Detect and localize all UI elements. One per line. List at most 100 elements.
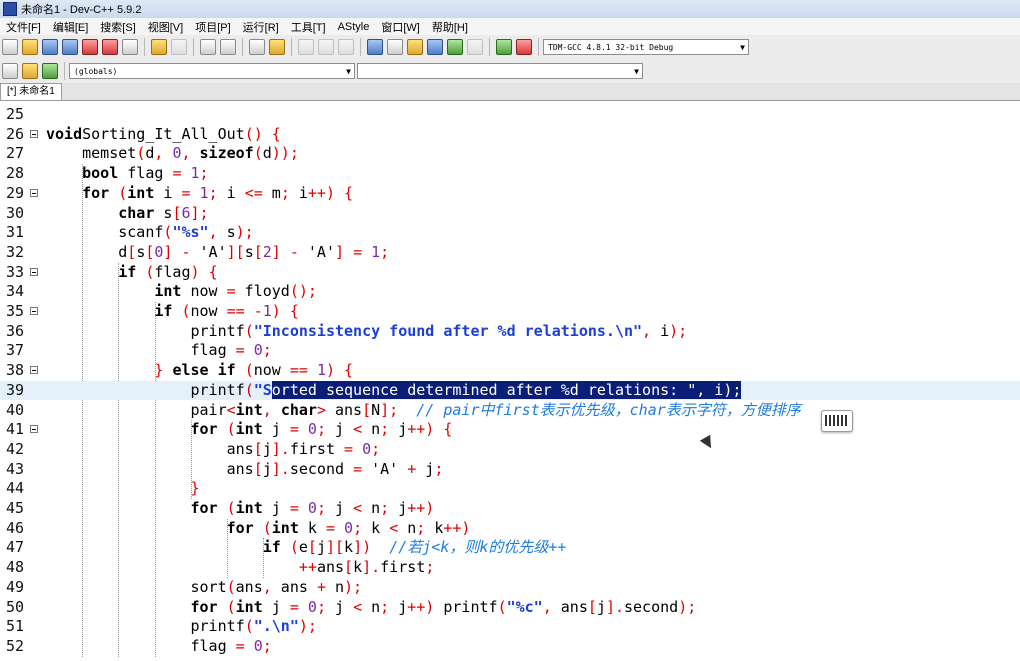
fold-toggle-icon[interactable] xyxy=(30,307,38,315)
code-text: ans[j].first = 0; xyxy=(46,439,381,459)
check-syntax-icon[interactable] xyxy=(447,39,463,55)
run-icon[interactable] xyxy=(387,39,403,55)
code-line[interactable]: 51 printf(".\n"); xyxy=(0,617,1020,636)
insert-icon[interactable] xyxy=(2,63,18,79)
fold-toggle-icon[interactable] xyxy=(30,267,38,276)
open-file-icon[interactable] xyxy=(22,39,38,55)
menu-item[interactable]: 搜索[S] xyxy=(94,19,141,35)
code-line[interactable]: 35 if (now == -1) { xyxy=(0,302,1020,321)
code-token: N xyxy=(371,400,381,419)
fold-toggle-icon[interactable] xyxy=(30,188,38,197)
code-text: voidSorting_It_All_Out() { xyxy=(46,125,281,144)
code-token: ++) xyxy=(443,518,471,537)
indent-icon[interactable] xyxy=(249,39,265,55)
find-icon[interactable] xyxy=(200,39,216,55)
close-all-icon[interactable] xyxy=(102,39,118,55)
member-select[interactable]: ▼ xyxy=(357,63,643,79)
code-line[interactable]: 40 pair<int, char> ans[N]; // pair中first… xyxy=(0,401,1020,420)
menu-item[interactable]: 工具[T] xyxy=(285,19,332,35)
code-token: { xyxy=(289,302,299,320)
forward-icon[interactable] xyxy=(318,39,334,55)
fold-toggle-icon[interactable] xyxy=(30,366,38,375)
menu-bar: 文件[F] 编辑[E] 搜索[S] 视图[V] 项目[P] 运行[R] 工具[T] AStyl… xyxy=(0,18,1020,35)
code-line[interactable]: 50 for (int j = 0; j < n; j++) printf("%… xyxy=(0,598,1020,617)
goto-icon[interactable] xyxy=(22,63,38,79)
code-line[interactable]: 48 ++ans[k].first; xyxy=(0,558,1020,577)
code-line[interactable]: 39 printf("Sorted sequence determined af… xyxy=(0,380,1020,400)
stop-icon[interactable] xyxy=(467,39,483,55)
undo-icon[interactable] xyxy=(151,39,167,55)
code-line[interactable]: 42 ans[j].first = 0; xyxy=(0,440,1020,459)
code-line[interactable]: 41 for (int j = 0; j < n; j++) { xyxy=(0,420,1020,439)
new-file-icon[interactable] xyxy=(2,39,18,55)
code-line[interactable]: 36 printf("Inconsistency found after %d … xyxy=(0,322,1020,341)
close-file-icon[interactable] xyxy=(82,39,98,55)
code-token: ; xyxy=(280,183,290,202)
fold-toggle-icon[interactable] xyxy=(30,425,38,434)
code-token: ; xyxy=(425,558,435,577)
menu-item[interactable]: 帮助[H] xyxy=(426,19,474,35)
print-icon[interactable] xyxy=(122,39,138,55)
code-token: ; xyxy=(208,183,218,202)
menu-item[interactable]: AStyle xyxy=(332,21,376,33)
menu-item[interactable]: 项目[P] xyxy=(189,19,236,35)
code-token: [ xyxy=(587,597,597,616)
code-line[interactable]: 49 sort(ans, ans + n); xyxy=(0,578,1020,597)
toolbar-separator xyxy=(360,38,361,56)
code-token: now xyxy=(253,361,290,380)
code-line[interactable]: 27 memset(d, 0, sizeof(d)); xyxy=(0,144,1020,163)
code-line[interactable]: 32 d[s[0] - 'A'][s[2] - 'A'] = 1; xyxy=(0,243,1020,262)
code-token: [ xyxy=(307,538,317,557)
compile-icon[interactable] xyxy=(367,39,383,55)
menu-item[interactable]: 窗口[W] xyxy=(375,19,426,35)
code-line[interactable]: 47 if (e[j][k]) //若j<k，则k的优先级++ xyxy=(0,538,1020,557)
code-line[interactable]: 25 xyxy=(0,105,1020,124)
debug-icon[interactable] xyxy=(516,39,532,55)
compile-run-icon[interactable] xyxy=(407,39,423,55)
code-line[interactable]: 31 scanf("%s", s); xyxy=(0,223,1020,242)
menu-item[interactable]: 编辑[E] xyxy=(47,19,94,35)
code-line[interactable]: 43 ans[j].second = 'A' + j; xyxy=(0,460,1020,479)
replace-icon[interactable] xyxy=(220,39,236,55)
compiler-select[interactable]: TDM-GCC 4.8.1 32-bit Debug ▼ xyxy=(543,39,749,55)
rebuild-icon[interactable] xyxy=(427,39,443,55)
chart-icon[interactable] xyxy=(496,39,512,55)
code-token: , xyxy=(642,321,652,340)
code-line[interactable]: 30 char s[6]; xyxy=(0,204,1020,223)
menu-item[interactable]: 运行[R] xyxy=(237,19,285,35)
code-line[interactable]: 34 int now = floyd(); xyxy=(0,282,1020,301)
code-line[interactable]: 38 } else if (now == 1) { xyxy=(0,361,1020,380)
menu-item[interactable]: 视图[V] xyxy=(142,19,189,35)
code-token: j xyxy=(389,597,408,616)
code-line[interactable]: 29 for (int i = 1; i <= m; i++) { xyxy=(0,184,1020,203)
redo-icon[interactable] xyxy=(171,39,187,55)
keyboard-icon[interactable] xyxy=(821,410,853,432)
code-line[interactable]: 44 } xyxy=(0,479,1020,498)
code-line[interactable]: 28 bool flag = 1; xyxy=(0,164,1020,183)
save-all-icon[interactable] xyxy=(62,39,78,55)
code-line[interactable]: 46 for (int k = 0; k < n; k++) xyxy=(0,519,1020,538)
code-token: n xyxy=(362,499,381,517)
code-text: if (flag) { xyxy=(46,263,217,282)
tab-untitled1[interactable]: [*] 未命名1 xyxy=(0,83,62,100)
back-icon[interactable] xyxy=(298,39,314,55)
code-line[interactable]: 33 if (flag) { xyxy=(0,263,1020,282)
code-line[interactable]: 45 for (int j = 0; j < n; j++) xyxy=(0,499,1020,518)
code-token: ; xyxy=(380,420,390,439)
code-line[interactable]: 52 flag = 0; xyxy=(0,637,1020,656)
fold-toggle-icon[interactable] xyxy=(30,129,38,138)
unindent-icon[interactable] xyxy=(269,39,285,55)
code-token: ); xyxy=(669,321,688,340)
scope-select[interactable]: (globals) ▼ xyxy=(69,63,355,79)
code-editor[interactable]: 25 26 voidSorting_It_All_Out() {27 memset(… xyxy=(0,101,1020,661)
code-token: "Inconsistency found after %d relations.… xyxy=(253,321,643,340)
code-line[interactable]: 37 flag = 0; xyxy=(0,341,1020,360)
toggle-bookmark-icon[interactable] xyxy=(42,63,58,79)
save-icon[interactable] xyxy=(42,39,58,55)
bookmark-icon[interactable] xyxy=(338,39,354,55)
code-token: first xyxy=(289,439,345,458)
menu-item[interactable]: 文件[F] xyxy=(0,19,47,35)
code-token: () xyxy=(244,124,263,143)
code-line[interactable]: 26 voidSorting_It_All_Out() { xyxy=(0,125,1020,144)
